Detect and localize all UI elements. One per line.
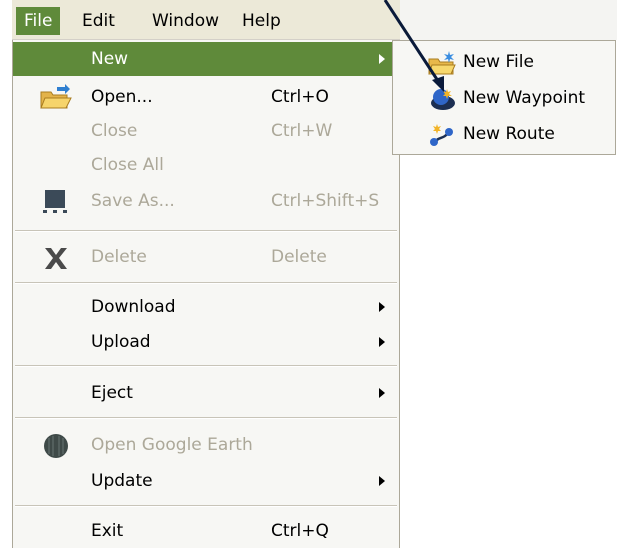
- submenu-arrow-icon: [379, 337, 385, 347]
- menu-item-close-shortcut: Ctrl+W: [271, 121, 333, 141]
- menu-item-close-all-label: Close All: [91, 155, 164, 175]
- menu-edit-label: Edit: [82, 11, 115, 31]
- menu-item-close-all[interactable]: Close All: [13, 148, 399, 182]
- submenu-item-new-route[interactable]: New Route: [393, 116, 615, 152]
- menu-item-save-as-shortcut: Ctrl+Shift+S: [271, 191, 380, 211]
- menu-file-label: File: [24, 11, 53, 31]
- submenu-arrow-icon: [379, 302, 385, 312]
- waypoint-icon: [431, 89, 455, 110]
- menubar: File Edit Window Help: [12, 0, 400, 40]
- menu-separator: [15, 417, 397, 419]
- menu-item-save-as-label: Save As...: [91, 191, 175, 211]
- menu-item-open-google-earth[interactable]: Open Google Earth: [13, 428, 399, 462]
- menu-item-close[interactable]: Close Ctrl+W: [13, 114, 399, 148]
- submenu-item-new-waypoint[interactable]: New Waypoint: [393, 80, 615, 116]
- menu-separator: [15, 365, 397, 367]
- menu-item-eject[interactable]: Eject: [13, 376, 399, 410]
- menu-item-download-label: Download: [91, 297, 176, 317]
- menu-item-upload[interactable]: Upload: [13, 325, 399, 359]
- menu-item-delete-label: Delete: [91, 247, 147, 267]
- menu-item-upload-label: Upload: [91, 332, 151, 352]
- menu-item-delete[interactable]: Delete Delete: [13, 240, 399, 274]
- menu-item-update-label: Update: [91, 471, 153, 491]
- menu-item-exit[interactable]: Exit Ctrl+Q: [13, 514, 399, 548]
- menu-help[interactable]: Help: [234, 7, 289, 35]
- menu-separator: [15, 230, 397, 232]
- menu-item-delete-shortcut: Delete: [271, 247, 327, 267]
- menu-file[interactable]: File: [16, 7, 61, 35]
- menu-item-open-google-earth-label: Open Google Earth: [91, 435, 253, 455]
- menu-edit[interactable]: Edit: [74, 7, 123, 35]
- menu-item-new-label: New: [91, 49, 129, 69]
- menu-separator: [15, 282, 397, 284]
- menu-item-eject-label: Eject: [91, 383, 133, 403]
- submenu-item-new-file[interactable]: New File: [393, 44, 615, 80]
- delete-x-icon: [45, 248, 67, 269]
- submenu-arrow-icon: [379, 388, 385, 398]
- new-submenu: New File New Waypoint New Route: [392, 40, 616, 155]
- menu-item-open-shortcut: Ctrl+O: [271, 87, 329, 107]
- submenu-arrow-icon: [379, 54, 385, 64]
- menu-item-update[interactable]: Update: [13, 464, 399, 498]
- menu-separator: [15, 505, 397, 507]
- menu-item-open-label: Open...: [91, 87, 153, 107]
- new-folder-icon: [428, 51, 456, 75]
- menu-item-exit-label: Exit: [91, 521, 124, 541]
- menu-window-label: Window: [152, 11, 220, 31]
- submenu-item-new-route-label: New Route: [463, 124, 555, 144]
- menubar-empty-area: [400, 0, 617, 40]
- submenu-item-new-file-label: New File: [463, 52, 534, 72]
- menu-item-save-as[interactable]: Save As... Ctrl+Shift+S: [13, 184, 399, 218]
- google-earth-icon: [44, 434, 68, 458]
- file-menu-dropdown: New Open... Ctrl+O Close Ctrl+W Close Al…: [12, 40, 400, 548]
- route-icon: [430, 124, 453, 146]
- save-icon: [43, 190, 67, 213]
- folder-open-icon: [40, 84, 72, 109]
- menu-item-download[interactable]: Download: [13, 290, 399, 324]
- menu-item-close-label: Close: [91, 121, 138, 141]
- menu-item-open[interactable]: Open... Ctrl+O: [13, 80, 399, 114]
- menu-item-exit-shortcut: Ctrl+Q: [271, 521, 329, 541]
- submenu-item-new-waypoint-label: New Waypoint: [463, 88, 586, 108]
- menu-window[interactable]: Window: [144, 7, 227, 35]
- menu-help-label: Help: [242, 11, 281, 31]
- submenu-arrow-icon: [379, 476, 385, 486]
- menu-item-new[interactable]: New: [13, 42, 399, 76]
